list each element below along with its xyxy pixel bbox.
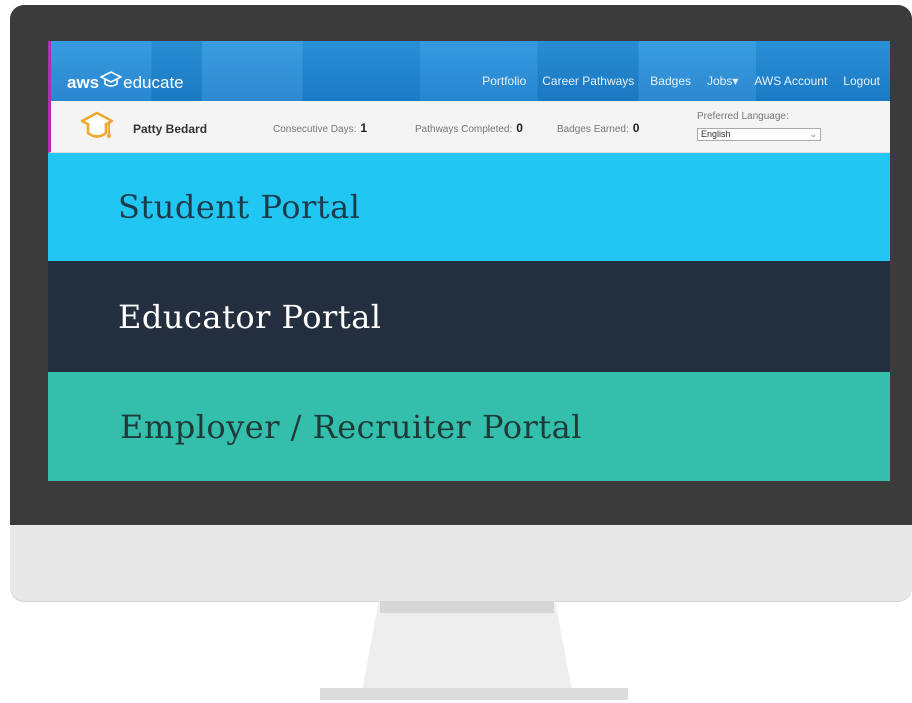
- monitor-stand-base: [320, 688, 628, 700]
- nav-badges[interactable]: Badges: [650, 74, 691, 88]
- logo-aws-text: aws: [67, 72, 100, 92]
- main-nav: Portfolio Career Pathways Badges Jobs▾ A…: [482, 74, 880, 88]
- profile-bar: Patty Bedard Consecutive Days: 1 Pathways…: [48, 101, 890, 153]
- nav-jobs-dropdown[interactable]: Jobs▾: [707, 74, 738, 88]
- consecutive-days-stat: Consecutive Days: 1: [273, 121, 367, 135]
- badges-earned-value: 0: [632, 121, 640, 135]
- language-select-value: English: [701, 129, 731, 139]
- logo-educate-text: educate: [123, 72, 184, 92]
- pathways-completed-label: Pathways Completed:: [415, 124, 513, 135]
- educator-portal-label: Educator Portal: [118, 297, 382, 336]
- graduation-cap-icon: [80, 111, 114, 138]
- monitor-chin: [10, 525, 912, 601]
- employer-recruiter-portal-link[interactable]: Employer / Recruiter Portal: [48, 372, 890, 481]
- chevron-down-icon: ⌄: [809, 129, 817, 139]
- monitor-stand-shadow: [380, 601, 554, 613]
- nav-portfolio[interactable]: Portfolio: [482, 74, 526, 88]
- nav-aws-account[interactable]: AWS Account: [754, 74, 827, 88]
- graduation-cap-icon: [99, 71, 123, 94]
- consecutive-days-value: 1: [360, 121, 368, 135]
- consecutive-days-label: Consecutive Days:: [273, 124, 357, 135]
- pathways-completed-stat: Pathways Completed: 0: [415, 121, 523, 135]
- badges-earned-label: Badges Earned:: [557, 124, 629, 135]
- language-select[interactable]: English ⌄: [697, 128, 821, 141]
- avatar[interactable]: [79, 109, 115, 145]
- student-portal-link[interactable]: Student Portal: [48, 153, 890, 261]
- monitor-stand: [362, 601, 572, 691]
- aws-educate-logo[interactable]: aws educate: [67, 71, 184, 94]
- nav-logout[interactable]: Logout: [843, 74, 880, 88]
- employer-portal-label: Employer / Recruiter Portal: [120, 407, 582, 446]
- badges-earned-stat: Badges Earned: 0: [557, 121, 639, 135]
- screen: aws educate Portfolio Career Pathways Ba…: [48, 41, 890, 481]
- user-name: Patty Bedard: [133, 122, 208, 136]
- educator-portal-link[interactable]: Educator Portal: [48, 261, 890, 372]
- top-navigation-bar: aws educate Portfolio Career Pathways Ba…: [48, 41, 890, 101]
- language-label: Preferred Language:: [697, 111, 789, 122]
- nav-career-pathways[interactable]: Career Pathways: [542, 74, 634, 88]
- student-portal-label: Student Portal: [118, 188, 361, 226]
- pathways-completed-value: 0: [516, 121, 523, 135]
